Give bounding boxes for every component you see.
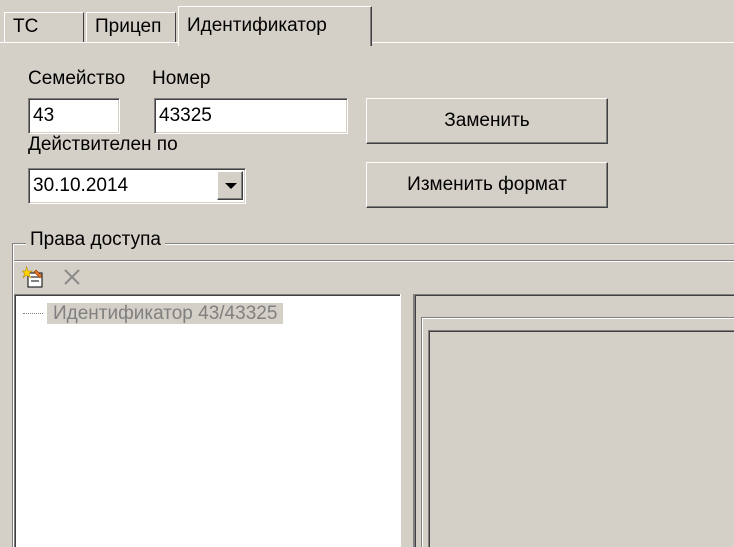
valid-until-label: Действителен по [28,134,178,155]
tree-connector [23,313,43,315]
toolbar-divider-highlight [14,261,734,262]
tab-trailer-label: Прицеп [95,16,162,37]
family-label: Семейство [28,68,126,89]
dropdown-button[interactable] [217,171,243,200]
change-format-button-label: Изменить формат [407,174,567,195]
tab-trailer[interactable]: Прицеп [86,12,176,42]
tab-ts[interactable]: ТС [4,12,84,42]
replace-button-label: Заменить [444,110,530,131]
tab-identifier[interactable]: Идентификатор [178,6,372,46]
valid-until-value: 30.10.2014 [33,175,129,196]
tab-identifier-label: Идентификатор [187,15,327,36]
access-rights-title: Права доступа [26,229,165,251]
rights-tree[interactable]: Идентификатор 43/43325 [14,294,400,547]
details-inner-frame [428,330,734,547]
splitter[interactable] [400,294,414,547]
number-value: 43325 [159,105,212,126]
tab-ts-label: ТС [13,16,39,37]
chevron-down-icon [225,183,237,189]
identifier-window: ТС Прицеп Идентификатор Семейство Номер … [0,0,734,547]
add-rights-icon[interactable] [21,265,46,289]
family-field[interactable]: 43 [28,98,120,134]
number-label: Номер [152,68,211,89]
change-format-button[interactable]: Изменить формат [366,162,608,208]
tab-bar: ТС Прицеп Идентификатор [0,0,734,46]
tree-item[interactable]: Идентификатор 43/43325 [23,301,284,327]
tree-item-label: Идентификатор 43/43325 [47,303,284,324]
valid-until-combo[interactable]: 30.10.2014 [28,168,246,204]
replace-button[interactable]: Заменить [366,98,608,144]
delete-icon[interactable] [62,267,82,287]
number-field[interactable]: 43325 [154,98,348,134]
family-value: 43 [33,105,55,126]
